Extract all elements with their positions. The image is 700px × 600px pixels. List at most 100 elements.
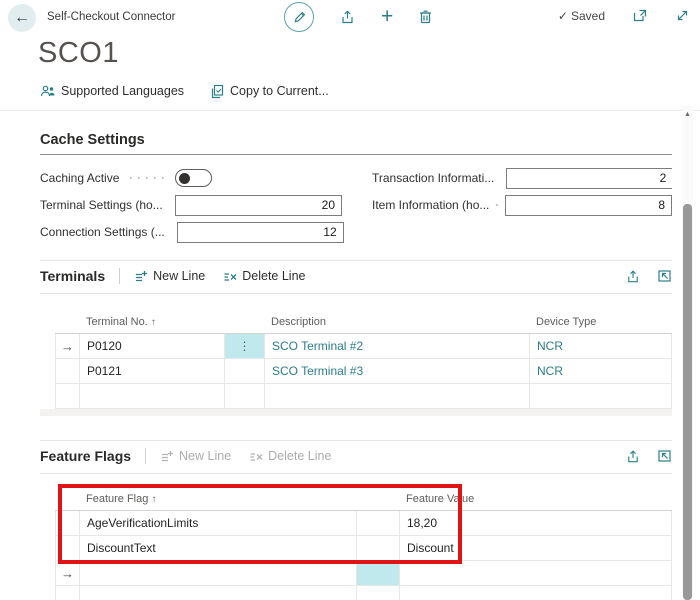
- selector-column-header: [55, 328, 79, 333]
- description-cell[interactable]: [265, 384, 530, 408]
- terminals-header: Terminals New Line: [40, 261, 672, 291]
- terminals-section: Terminals New Line: [40, 260, 672, 416]
- people-icon: [40, 84, 56, 98]
- description-column-header[interactable]: Description: [264, 316, 529, 333]
- connection-settings-label: Connection Settings (...: [40, 225, 165, 239]
- supported-languages-button[interactable]: Supported Languages: [40, 84, 184, 98]
- terminal-no-cell[interactable]: P0120: [80, 334, 225, 358]
- terminal-no-cell[interactable]: P0121: [80, 359, 225, 383]
- field-transaction-information: Transaction Informati...: [372, 168, 672, 188]
- row-selector-arrow-icon: →: [61, 566, 74, 581]
- share-button[interactable]: [339, 9, 356, 25]
- fullscreen-button[interactable]: [675, 8, 690, 23]
- terminal-no-column-header[interactable]: Terminal No. ↑: [79, 316, 224, 333]
- field-connection-settings: Connection Settings (...: [40, 222, 342, 242]
- page-actions: +: [284, 2, 433, 32]
- row-selector-cell: [56, 586, 80, 600]
- vertical-scrollbar[interactable]: ▲: [682, 106, 693, 600]
- terminals-table-footer: [40, 409, 672, 416]
- trash-icon: [418, 9, 433, 25]
- new-record-button[interactable]: +: [381, 5, 393, 29]
- row-selector-cell: [56, 536, 80, 560]
- row-menu-cell[interactable]: [357, 536, 400, 560]
- copy-to-current-button[interactable]: Copy to Current...: [210, 84, 329, 99]
- field-terminal-settings: Terminal Settings (ho...: [40, 195, 342, 215]
- terminals-share-button[interactable]: [625, 269, 641, 284]
- feature-flags-new-line-button[interactable]: New Line: [160, 449, 231, 463]
- terminal-no-cell[interactable]: [80, 384, 225, 408]
- field-caching-active: Caching Active: [40, 168, 342, 188]
- breadcrumb: Self-Checkout Connector: [47, 11, 175, 23]
- item-information-label: Item Information (ho...: [372, 198, 489, 212]
- feature-value-column-header[interactable]: Feature Value: [399, 493, 672, 510]
- description-cell[interactable]: SCO Terminal #2: [265, 334, 530, 358]
- top-bar: ← Self-Checkout Connector +: [0, 0, 700, 36]
- feature-flag-cell[interactable]: AgeVerificationLimits: [80, 511, 357, 535]
- feature-flag-cell[interactable]: [80, 586, 357, 600]
- dotted-leader: [125, 176, 169, 180]
- device-type-cell[interactable]: [530, 384, 671, 408]
- vertical-separator: [145, 448, 146, 464]
- row-menu-cell[interactable]: [357, 586, 400, 600]
- feature-flag-cell[interactable]: [80, 561, 357, 585]
- edit-button[interactable]: [284, 2, 314, 32]
- row-menu-cell[interactable]: [225, 359, 265, 383]
- saved-label: Saved: [571, 9, 605, 23]
- popout-icon: [632, 8, 648, 23]
- terminal-settings-input[interactable]: [175, 195, 342, 216]
- delete-line-label: Delete Line: [242, 269, 305, 283]
- open-in-new-window-button[interactable]: [632, 8, 648, 23]
- device-type-cell[interactable]: NCR: [530, 359, 671, 383]
- check-icon: ✓: [558, 9, 568, 23]
- description-cell[interactable]: SCO Terminal #3: [265, 359, 530, 383]
- pencil-icon: [292, 10, 307, 25]
- feature-value-cell[interactable]: [400, 586, 671, 600]
- vertical-separator: [119, 268, 120, 284]
- feature-flag-column-header[interactable]: Feature Flag ↑: [79, 493, 356, 510]
- item-information-input[interactable]: [505, 195, 672, 216]
- terminals-delete-line-button[interactable]: Delete Line: [223, 269, 305, 283]
- row-selector-arrow-icon: →: [61, 339, 74, 354]
- caching-active-label: Caching Active: [40, 171, 119, 185]
- feature-flags-new-row: →: [55, 561, 672, 586]
- delete-line-icon: [223, 270, 237, 283]
- terminals-new-line-button[interactable]: New Line: [134, 269, 205, 283]
- row-selector-cell: [56, 384, 80, 408]
- row-menu-cell[interactable]: ⋮: [225, 334, 265, 358]
- menu-column-header: [224, 328, 264, 333]
- feature-value-cell[interactable]: Discount: [400, 536, 671, 560]
- expand-icon: [675, 8, 690, 23]
- row-menu-cell[interactable]: [357, 561, 400, 585]
- feature-flags-open-in-excel-button[interactable]: [657, 449, 672, 463]
- scroll-up-icon[interactable]: ▲: [682, 111, 693, 118]
- delete-record-button[interactable]: [418, 9, 433, 25]
- row-menu-cell[interactable]: [357, 511, 400, 535]
- feature-flag-cell[interactable]: DiscountText: [80, 536, 357, 560]
- feature-flags-share-button[interactable]: [625, 449, 641, 464]
- feature-value-cell[interactable]: 18,20: [400, 511, 671, 535]
- selector-column-header: [55, 505, 79, 510]
- scrollbar-thumb[interactable]: [683, 204, 692, 600]
- row-selector-cell: [56, 359, 80, 383]
- feature-value-cell[interactable]: [400, 561, 671, 585]
- device-type-column-header[interactable]: Device Type: [529, 316, 672, 333]
- terminals-row-1: → P0120 ⋮ SCO Terminal #2 NCR: [55, 334, 672, 359]
- open-in-excel-icon: [657, 269, 672, 283]
- caching-active-toggle[interactable]: [175, 169, 212, 187]
- feature-flags-table: Feature Flag ↑ Feature Value AgeVerifica…: [55, 487, 672, 600]
- ellipsis-icon: ⋮: [239, 339, 251, 353]
- copy-to-current-label: Copy to Current...: [230, 84, 329, 98]
- connection-settings-input[interactable]: [177, 222, 344, 243]
- feature-flags-delete-line-button[interactable]: Delete Line: [249, 449, 331, 463]
- terminals-open-in-excel-button[interactable]: [657, 269, 672, 283]
- field-item-information: Item Information (ho...: [372, 195, 672, 215]
- fields-right-column: Transaction Informati... Item Informatio…: [372, 168, 672, 242]
- self-checkout-connector-page: ← Self-Checkout Connector +: [0, 0, 700, 600]
- sort-ascending-icon: ↑: [151, 494, 156, 505]
- feature-flags-table-header: Feature Flag ↑ Feature Value: [55, 487, 672, 511]
- back-button[interactable]: ←: [8, 4, 36, 32]
- row-menu-cell[interactable]: [225, 384, 265, 408]
- transaction-information-input[interactable]: [506, 168, 672, 189]
- share-icon: [625, 269, 641, 284]
- device-type-cell[interactable]: NCR: [530, 334, 671, 358]
